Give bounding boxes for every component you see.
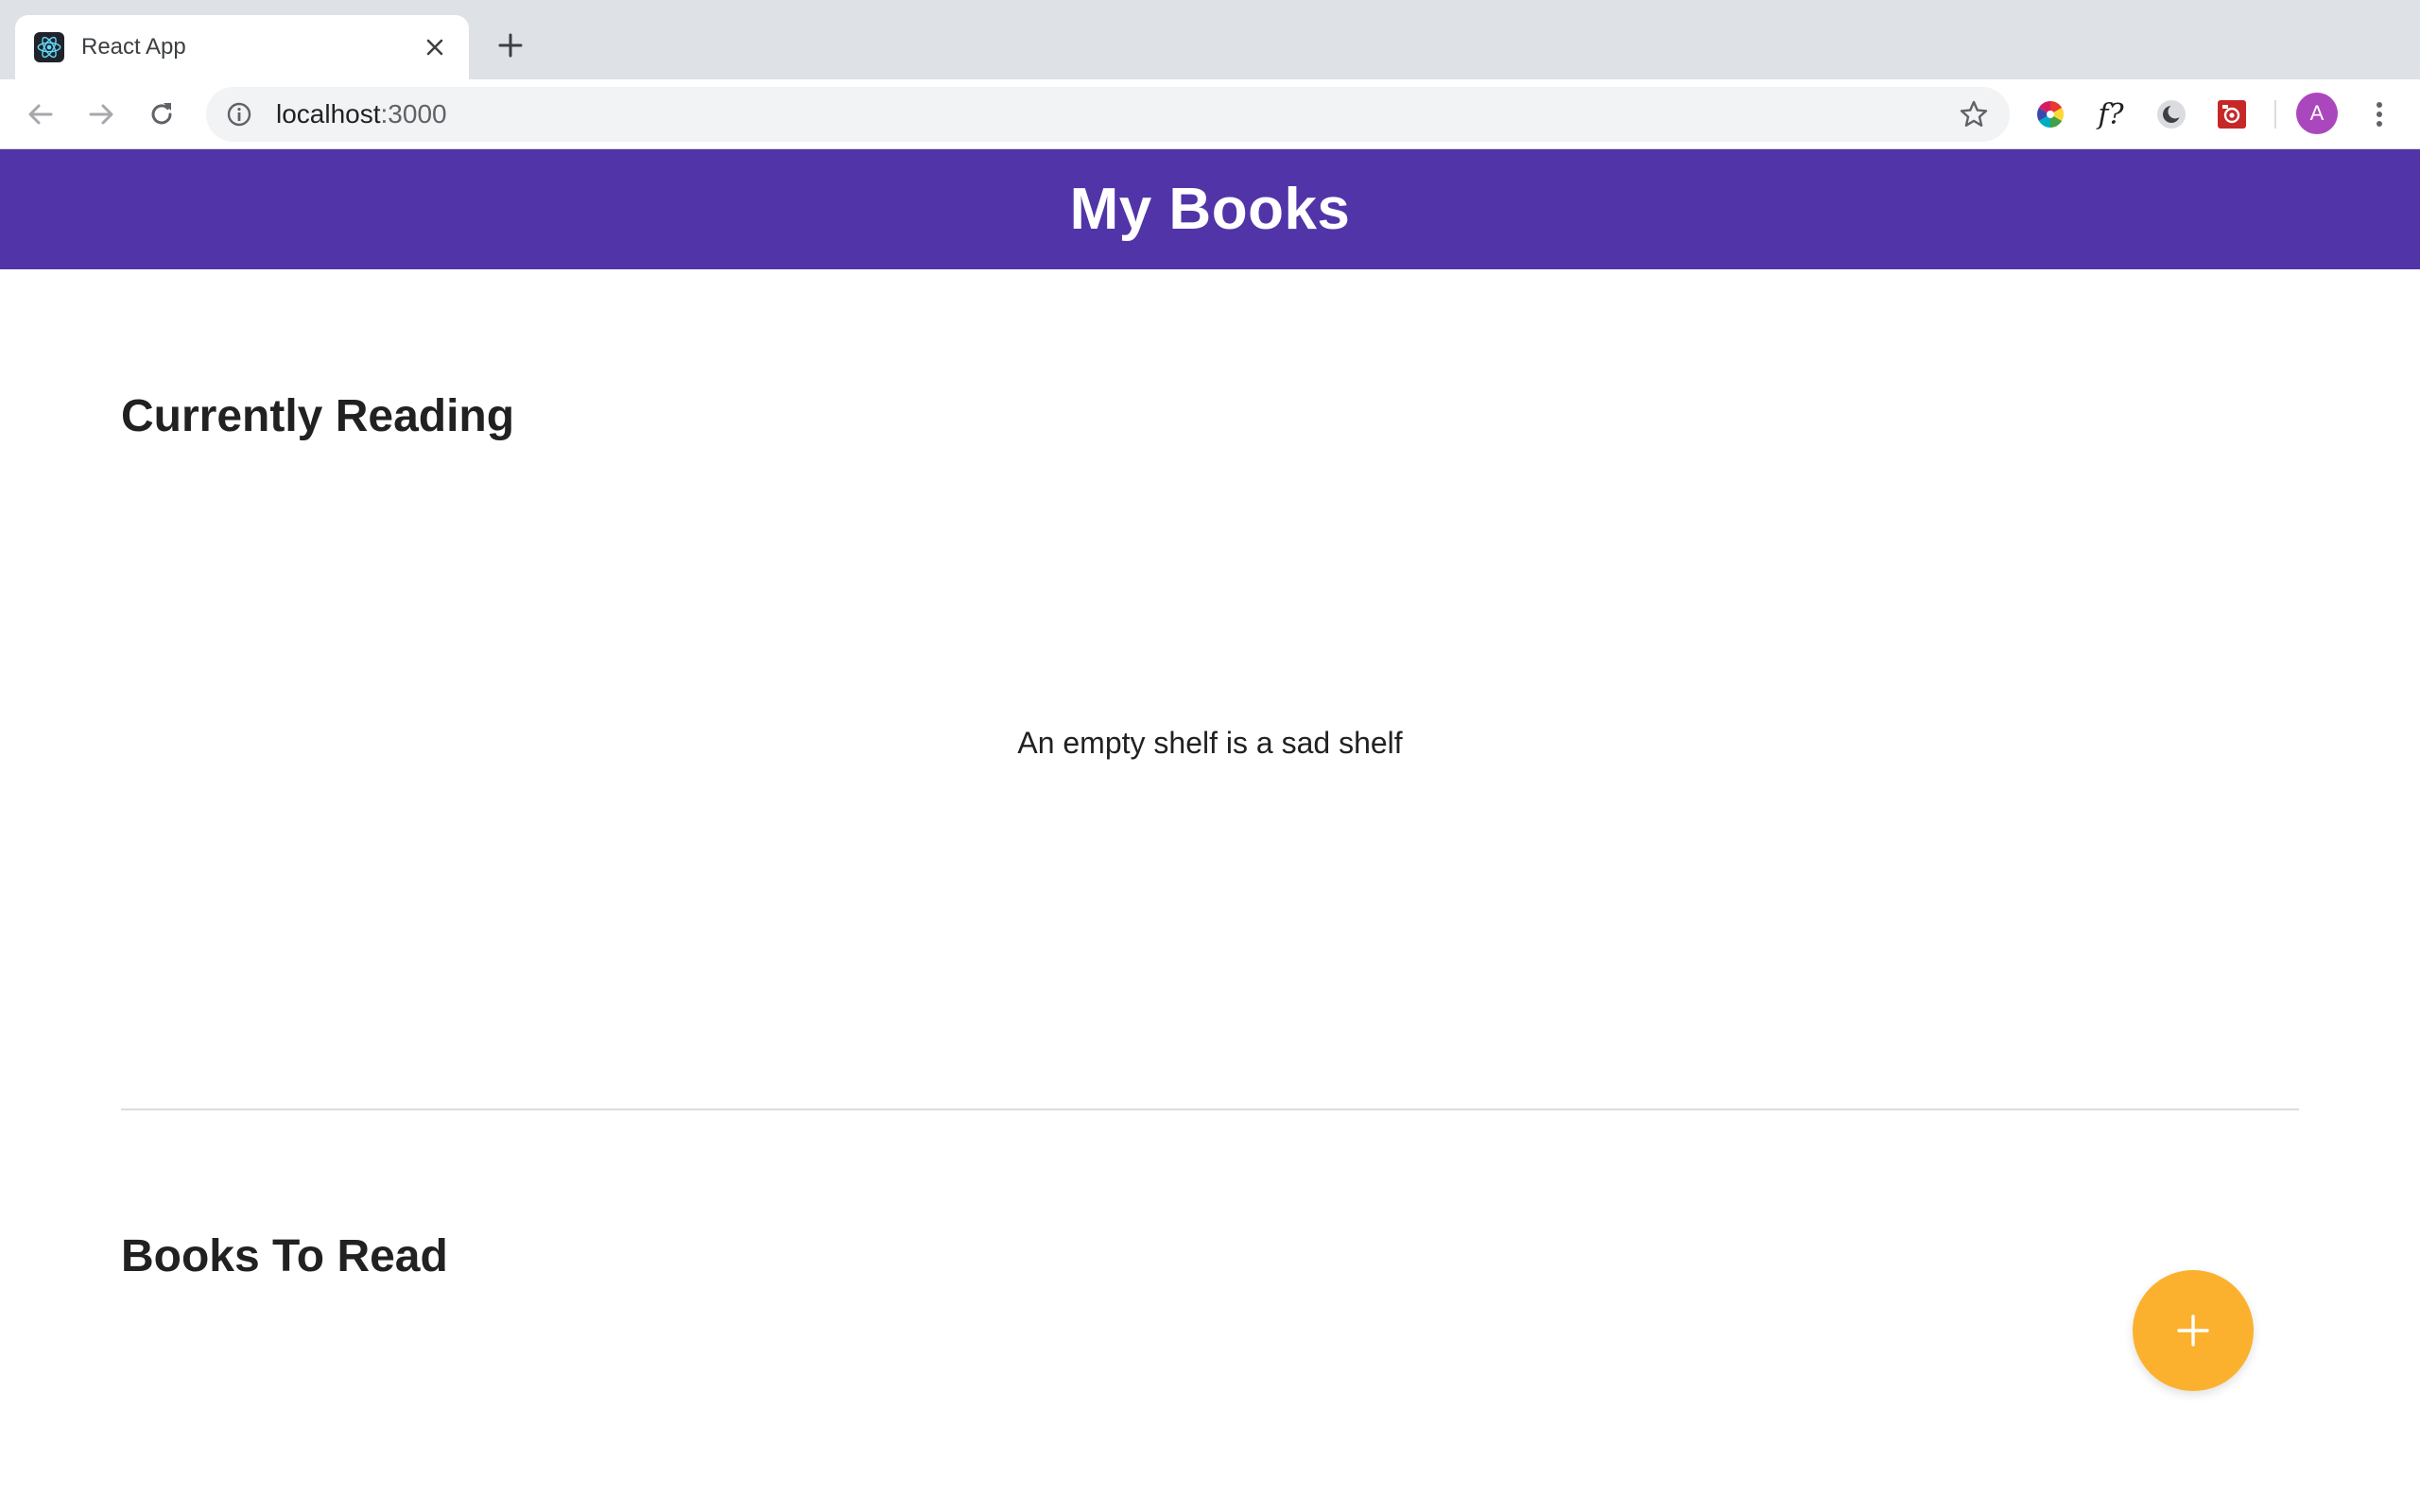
forward-button[interactable]: [79, 93, 123, 136]
info-icon[interactable]: [225, 100, 253, 129]
new-tab-button[interactable]: [490, 25, 531, 66]
browser-tabstrip: React App: [0, 0, 2420, 79]
profile-avatar[interactable]: A: [2296, 93, 2338, 134]
url-host: localhost: [276, 99, 381, 129]
react-logo-icon: [34, 32, 64, 62]
arrow-right-icon: [89, 104, 113, 125]
toolbar-separator: [2274, 100, 2276, 129]
tab-title: React App: [81, 34, 186, 60]
address-bar[interactable]: localhost:3000: [206, 87, 2010, 142]
browser-tab[interactable]: React App: [15, 15, 469, 79]
font-finder-icon[interactable]: f?: [2091, 94, 2131, 134]
arrow-left-icon: [28, 104, 53, 125]
shelf-title-currently-reading: Currently Reading: [121, 391, 515, 441]
plus-icon: [2177, 1314, 2209, 1347]
url-text: localhost:3000: [276, 99, 1957, 129]
dark-mode-icon[interactable]: [2152, 94, 2191, 134]
browser-toolbar: localhost:3000 f? A: [0, 79, 2420, 149]
star-icon[interactable]: [1957, 97, 1991, 131]
screenshot-extension-icon[interactable]: [2212, 94, 2252, 134]
plus-icon: [498, 33, 523, 58]
shelf-divider: [121, 1108, 2299, 1110]
back-button[interactable]: [19, 93, 62, 136]
shelf-title-books-to-read: Books To Read: [121, 1231, 448, 1281]
app-header: My Books: [0, 149, 2420, 269]
add-book-button[interactable]: [2133, 1270, 2254, 1391]
close-icon[interactable]: [420, 32, 450, 62]
more-vertical-icon[interactable]: [2360, 94, 2399, 134]
color-wheel-icon[interactable]: [2031, 94, 2070, 134]
reload-button[interactable]: [140, 93, 183, 136]
reload-icon: [151, 103, 172, 125]
app-title: My Books: [1069, 177, 1351, 242]
empty-shelf-message: An empty shelf is a sad shelf: [1017, 726, 1403, 760]
url-port: :3000: [380, 99, 447, 129]
